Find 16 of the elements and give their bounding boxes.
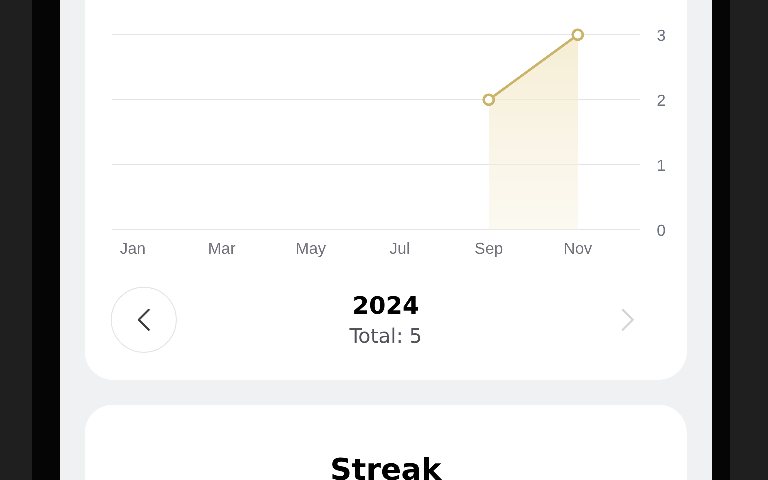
axis-label: Mar: [208, 241, 236, 258]
axis-label: May: [296, 241, 326, 258]
axis-label: 1: [657, 158, 666, 175]
axis-label: Sep: [474, 241, 504, 258]
axis-label: 0: [657, 223, 666, 240]
axis-label: Jan: [120, 241, 146, 258]
axis-label: 2: [657, 93, 666, 110]
year-label: 2024: [352, 291, 420, 322]
chevron-left-icon: [137, 308, 151, 332]
chevron-right-icon: [621, 308, 635, 332]
total-label: Total: 5: [350, 323, 422, 350]
axis-label: Jul: [390, 241, 410, 258]
data-point: [572, 28, 584, 42]
axis-label: 3: [657, 28, 666, 45]
axis-label: Nov: [564, 241, 592, 258]
data-point: [482, 94, 496, 106]
